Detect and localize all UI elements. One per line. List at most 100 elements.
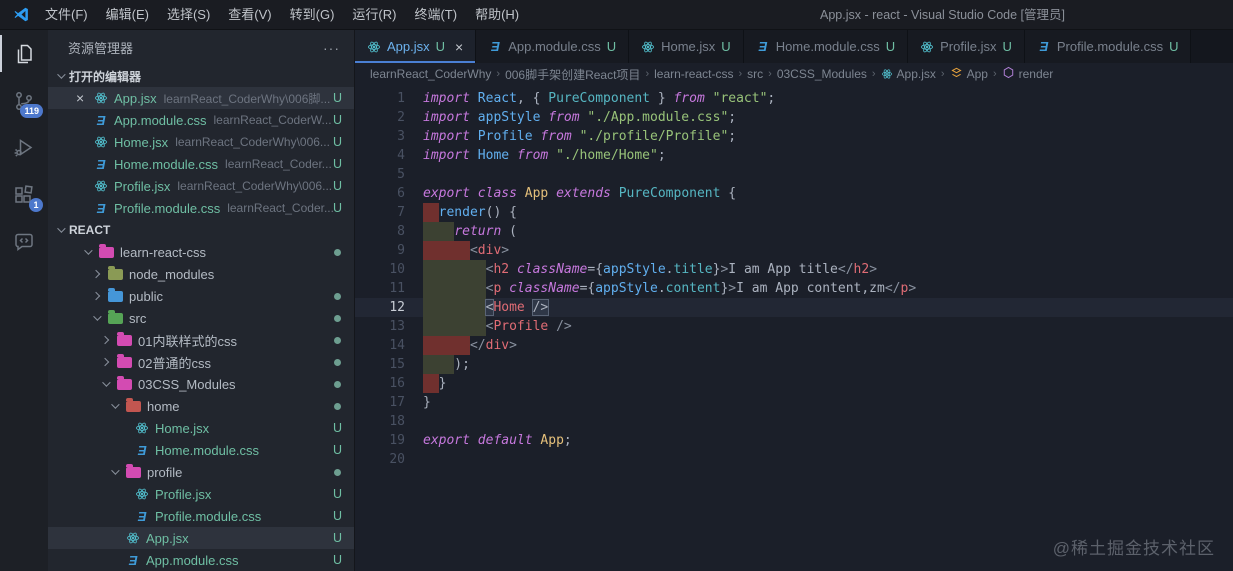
folder-icon [117,375,132,390]
code-line-content[interactable] [423,450,1233,469]
code-line-content[interactable]: ); [423,355,1233,374]
code-line-content[interactable]: <p className={appStyle.content}>I am App… [423,279,1233,298]
breadcrumb-label: learn-react-css [654,67,734,81]
tree-item[interactable]: App.jsx U [48,527,354,549]
tree-item[interactable]: public [48,285,354,307]
code-line-content[interactable]: </div> [423,336,1233,355]
chevron-down-icon [57,70,66,79]
open-editors-section-header[interactable]: 打开的编辑器 [48,65,354,87]
code-line-content[interactable]: render() { [423,203,1233,222]
tab-git-status: U [606,39,617,54]
code-line-content[interactable]: return ( [423,222,1233,241]
menu-item-5[interactable]: 转到(G) [281,0,344,29]
tree-item[interactable]: Profile.jsx U [48,483,354,505]
open-editor-item[interactable]: Ǝ Profile.module.css learnReact_Coder... U [48,197,354,219]
open-editor-item[interactable]: Ǝ Home.module.css learnReact_Coder... U [48,153,354,175]
code-line-content[interactable]: export class App extends PureComponent { [423,184,1233,203]
line-number: 12 [389,300,405,315]
code-line-content[interactable]: import appStyle from "./App.module.css"; [423,108,1233,127]
breadcrumb-item[interactable]: App.jsx [881,67,936,81]
tab-home-jsx[interactable]: Home.jsx U [629,30,744,63]
tab-home-module-css[interactable]: Ǝ Home.module.css U [743,30,909,63]
source-control-icon[interactable]: 119 [0,77,48,124]
tree-item[interactable]: node_modules [48,263,354,285]
breadcrumb-item[interactable]: render [1002,66,1053,82]
tree-item[interactable]: 02普通的css [48,351,354,373]
menu-item-2[interactable]: 编辑(E) [97,0,158,29]
code-line-content[interactable]: import Profile from "./profile/Profile"; [423,127,1233,146]
line-number: 11 [389,281,405,296]
token: > [869,262,878,277]
code-line-content[interactable]: import Home from "./home/Home"; [423,146,1233,165]
close-icon[interactable]: × [76,87,84,109]
tree-item[interactable]: Ǝ Home.module.css U [48,439,354,461]
breadcrumb-label: App [966,67,988,81]
code-line-content[interactable]: <Home /> [423,298,1233,317]
tab-profile-module-css[interactable]: Ǝ Profile.module.css U [1024,30,1192,63]
code-line-content[interactable]: export default App; [423,431,1233,450]
chevron-down-icon [57,224,66,233]
tab-label: Profile.jsx [940,39,997,54]
tree-item[interactable]: Ǝ Profile.module.css U [48,505,354,527]
tree-item[interactable]: profile [48,461,354,483]
menu-item-1[interactable]: 文件(F) [36,0,97,29]
line-number: 16 [389,376,405,391]
menu-item-3[interactable]: 选择(S) [158,0,219,29]
extensions-icon[interactable]: 1 [0,171,48,218]
more-actions-icon[interactable]: ··· [323,40,340,56]
tree-item[interactable]: src [48,307,354,329]
tree-item[interactable]: Home.jsx U [48,417,354,439]
breadcrumb-item[interactable]: learnReact_CoderWhy [370,67,491,81]
menu-item-7[interactable]: 终端(T) [405,0,466,29]
css-file-icon: Ǝ [96,200,106,216]
code-line-content[interactable] [423,412,1233,431]
explorer-icon[interactable] [0,30,48,77]
token: return [454,224,502,239]
window-title: App.jsx - react - Visual Studio Code [管理… [820,8,1066,22]
open-editor-item[interactable]: Ǝ App.module.css learnReact_CoderW... U [48,109,354,131]
breadcrumb-item[interactable]: 006脚手架创建React项目 [505,66,640,83]
open-editor-item[interactable]: × App.jsx learnReact_CoderWhy\006脚... U [48,87,354,109]
code-line-content[interactable]: <h2 className={appStyle.title}>I am App … [423,260,1233,279]
breadcrumb-label: learnReact_CoderWhy [370,67,492,81]
tab-app-module-css[interactable]: Ǝ App.module.css U [476,30,630,63]
tree-item-label: home [147,398,180,414]
code-line-content[interactable]: <Profile /> [423,317,1233,336]
code-line-content[interactable] [423,165,1233,184]
token: "./home/Home" [556,148,658,163]
breadcrumb-item[interactable]: src [747,67,763,81]
menu-item-6[interactable]: 运行(R) [343,0,405,29]
git-status-badge: U [332,509,342,523]
breadcrumb-item[interactable]: learn-react-css [654,67,733,81]
modified-dot [334,292,341,300]
git-status-badge: U [332,135,342,149]
open-editor-item[interactable]: Profile.jsx learnReact_CoderWhy\006... U [48,175,354,197]
menu-item-4[interactable]: 查看(V) [219,0,280,29]
code-line-content[interactable]: <div> [423,241,1233,260]
open-editor-path: learnReact_CoderWhy\006脚... [163,91,331,106]
tree-item[interactable]: 01内联样式的css [48,329,354,351]
menu-item-8[interactable]: 帮助(H) [466,0,528,29]
react-section-header[interactable]: REACT [48,219,354,241]
code-line-content[interactable]: } [423,374,1233,393]
breadcrumb-item[interactable]: App [950,66,988,82]
code-line-content[interactable]: } [423,393,1233,412]
token: > [501,243,510,258]
run-debug-icon[interactable] [0,124,48,171]
tree-item[interactable]: 03CSS_Modules [48,373,354,395]
code-chat-icon[interactable] [0,218,48,265]
tree-item[interactable]: home [48,395,354,417]
tab-app-jsx[interactable]: App.jsx U × [355,30,477,63]
tree-item[interactable]: learn-react-css [48,241,354,263]
tree-item[interactable]: Ǝ App.module.css U [48,549,354,571]
open-editor-filename: App.module.css [114,112,207,128]
vscode-logo-icon [13,6,30,23]
close-icon[interactable]: × [455,39,463,55]
open-editor-item[interactable]: Home.jsx learnReact_CoderWhy\006... U [48,131,354,153]
code-line-content[interactable]: import React, { PureComponent } from "re… [423,89,1233,108]
breadcrumb-item[interactable]: 03CSS_Modules [777,67,867,81]
tab-profile-jsx[interactable]: Profile.jsx U [908,30,1025,63]
